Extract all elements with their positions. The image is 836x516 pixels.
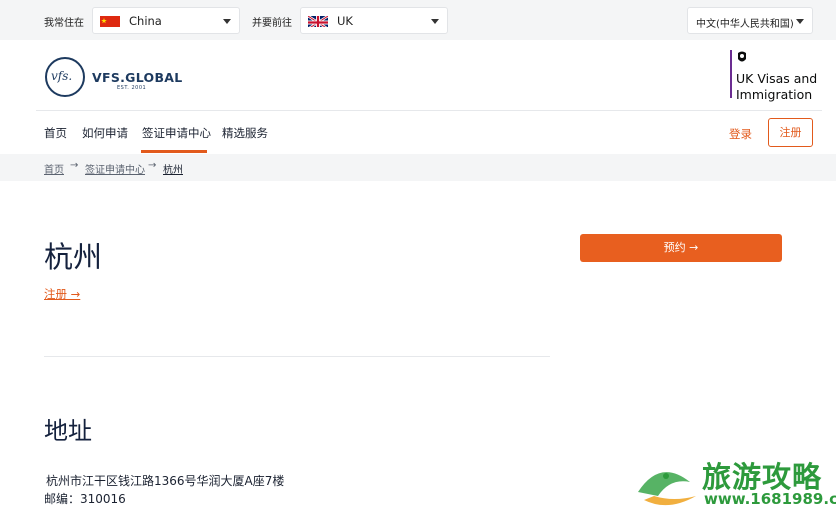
partner-name-line1: UK Visas and bbox=[736, 71, 818, 86]
address-heading: 地址 bbox=[44, 417, 92, 445]
breadcrumb-arrow-icon: → bbox=[148, 160, 157, 171]
ukvi-divider bbox=[730, 50, 732, 98]
page-title: 杭州 bbox=[44, 240, 103, 274]
vfs-logo-mark: vfs. bbox=[51, 69, 73, 83]
vfs-logo[interactable]: vfs. bbox=[45, 57, 85, 97]
breadcrumb-current[interactable]: 杭州 bbox=[163, 161, 183, 176]
nav-active-indicator bbox=[141, 150, 207, 153]
nav-home[interactable]: 首页 bbox=[44, 125, 67, 141]
chevron-down-icon bbox=[223, 19, 231, 24]
china-flag-icon bbox=[100, 14, 120, 27]
partner-name-line2: Immigration bbox=[736, 87, 813, 102]
nav-how-to-apply[interactable]: 如何申请 bbox=[82, 125, 128, 141]
language-value: 中文(中华人民共和国) bbox=[696, 19, 794, 30]
residence-select[interactable]: China bbox=[92, 7, 240, 34]
register-link[interactable]: 注册 → bbox=[44, 286, 80, 302]
destination-select[interactable]: UK bbox=[300, 7, 448, 34]
nav-premium-services[interactable]: 精选服务 bbox=[222, 125, 268, 141]
postcode-line: 邮编：310016 bbox=[44, 492, 126, 506]
address-line: 杭州市江干区钱江路1366号华润大厦A座7楼 bbox=[46, 474, 285, 488]
login-link[interactable]: 登录 bbox=[729, 126, 752, 142]
destination-label: 并要前往 bbox=[252, 18, 292, 29]
residence-label: 我常住在 bbox=[44, 18, 84, 29]
language-select[interactable]: 中文(中华人民共和国) bbox=[687, 7, 813, 34]
brand-established: EST. 2001 bbox=[117, 85, 147, 91]
uk-flag-icon bbox=[308, 14, 328, 27]
nav-visa-centres[interactable]: 签证申请中心 bbox=[142, 125, 211, 141]
content-divider bbox=[44, 356, 550, 357]
register-button[interactable]: 注册 bbox=[768, 118, 813, 147]
watermark-url: www.1681989.cn bbox=[704, 490, 836, 508]
header-divider bbox=[36, 110, 822, 111]
destination-value: UK bbox=[337, 14, 353, 28]
breadcrumb-visa-centres[interactable]: 签证申请中心 bbox=[85, 161, 145, 176]
breadcrumb-arrow-icon: → bbox=[70, 160, 79, 171]
chevron-down-icon bbox=[796, 19, 804, 24]
breadcrumb-home[interactable]: 首页 bbox=[44, 161, 64, 176]
crest-icon bbox=[735, 50, 749, 66]
residence-value: China bbox=[129, 14, 162, 28]
chevron-down-icon bbox=[431, 19, 439, 24]
book-appointment-button[interactable]: 预约 → bbox=[580, 234, 782, 262]
brand-name: VFS.GLOBAL bbox=[92, 70, 183, 85]
